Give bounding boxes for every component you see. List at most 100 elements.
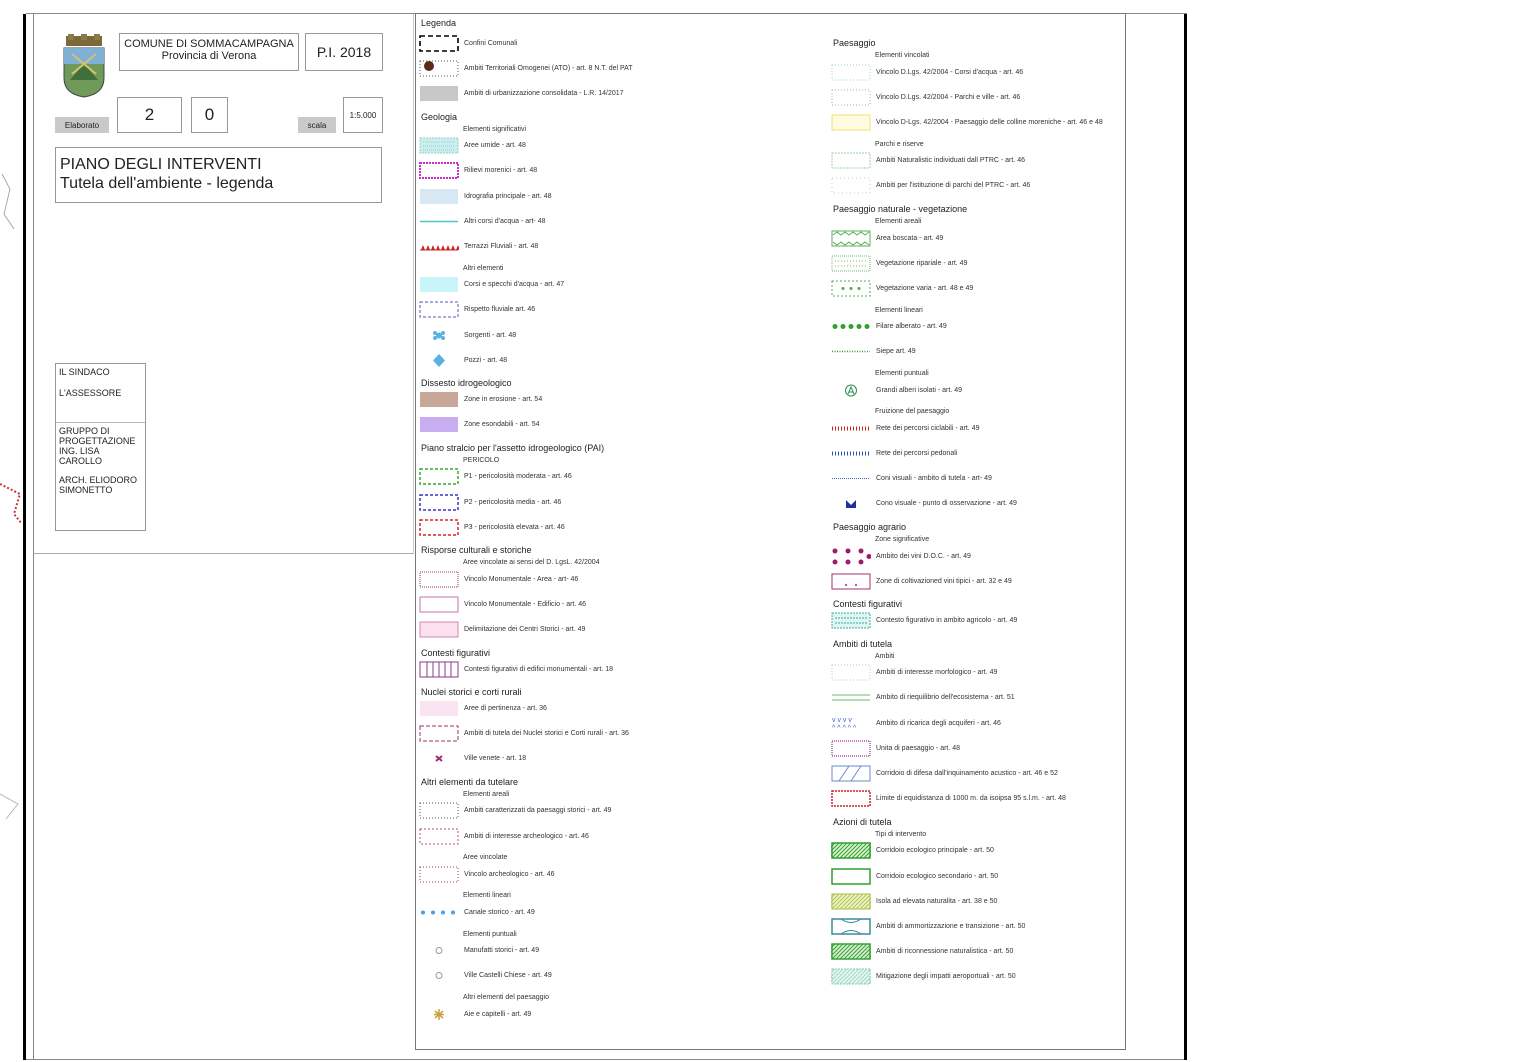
svg-text:v v v v: v v v v — [832, 717, 852, 724]
legend-item-label: Ambiti di tutela dei Nuclei storici e Co… — [464, 729, 629, 737]
legend-item: Pozzi - art. 48 — [419, 351, 507, 369]
doc-symbol — [831, 548, 872, 565]
legend-item: Rete dei percorsi ciclabili - art. 49 — [831, 419, 980, 437]
legend-item: Vegetazione ripariale - art. 49 — [831, 254, 967, 272]
dash-magenta-symbol — [419, 725, 459, 742]
legend-section-heading: Geologia — [421, 111, 458, 122]
legend-item: Siepe art. 49 — [831, 343, 916, 361]
lightblue-symbol — [419, 188, 459, 205]
signature-sindaco: IL SINDACO — [59, 367, 110, 377]
legend-subheading: Fruizione del paesaggio — [875, 408, 950, 416]
legend-subheading: Tipi di intervento — [875, 830, 927, 838]
ato-symbol — [419, 60, 459, 77]
legend-section-heading: Paesaggio — [833, 38, 876, 48]
legend-item: Corridoio ecologico principale - art. 50 — [815, 842, 994, 860]
legend-item-label: Ambito di riequilibrio dell'ecosistema -… — [876, 694, 1015, 702]
legend-item: Vincolo Monumentale - Edificio - art. 46 — [419, 596, 586, 614]
legend-item-label: Ambiti Territoriali Omogenei (ATO) - art… — [464, 64, 633, 72]
legend-item-label: Vincolo D-Lgs. 42/2004 - Paesaggio delle… — [876, 118, 1103, 126]
erosion-symbol — [419, 391, 459, 408]
legend-subheading: Ambiti — [875, 652, 895, 660]
legend-item: Idrografia principale - art. 48 — [419, 187, 552, 205]
legend-item: Ambiti Territoriali Omogenei (ATO) - art… — [419, 59, 633, 77]
corr-main-symbol — [815, 842, 884, 860]
legend-item-label: Ambiti di riconnessione naturalistica - … — [876, 948, 1014, 956]
svg-text:^ ^ ^ ^ ^: ^ ^ ^ ^ ^ — [832, 725, 857, 732]
legend-item: Altri corsi d'acqua - art- 48 — [419, 212, 545, 230]
legend-item: Ambiti per l'istituzione di parchi del P… — [831, 177, 1030, 195]
legend-item: Ambiti di interesse morfologico - art. 4… — [831, 664, 997, 682]
legend-item: Rilievi morenici - art. 48 — [419, 162, 537, 180]
legend-item-label: Delimitazione dei Centri Storici - art. … — [464, 626, 586, 634]
legend-item-label: Sorgenti - art. 48 — [464, 331, 517, 339]
legend-item: Terrazzi Fluviali - art. 48 — [419, 237, 538, 255]
legend-section-heading: Nuclei storici e corti rurali — [421, 687, 522, 698]
legend-item: Rete dei percorsi pedonali — [831, 444, 957, 462]
dash-black-symbol — [419, 34, 459, 52]
legend-column-right: Paesaggio Elementi vincolati Vincolo D.Lgs… — [815, 14, 1126, 1049]
legend-subheading: Elementi lineari — [875, 306, 923, 314]
cyan-symbol — [419, 276, 459, 293]
legend-item: Corsi e specchi d'acqua - art. 47 — [419, 276, 564, 294]
buffer-symbol — [831, 918, 871, 935]
archeo2-symbol — [419, 866, 459, 883]
legend-section-heading: Contesti figurativi — [833, 599, 903, 610]
legend-item: P1 - pericolosità moderata - art. 46 — [419, 468, 572, 486]
capitello-symbol — [419, 1006, 459, 1023]
legend-item-label: Idrografia principale - art. 48 — [464, 192, 552, 200]
tree-symbol — [831, 382, 871, 399]
signature-gruppo: GRUPPO DI PROGETTAZIONE ING. LISA CAROLL… — [59, 426, 136, 466]
legend-item: Limite di equidistanza di 1000 m. da iso… — [831, 790, 1066, 808]
legend-item: Mitigazione degli impatti aeroportuali -… — [815, 968, 1016, 986]
legend-item: Vincolo Monumentale - Area - art- 46 — [419, 570, 578, 588]
dash-blue-symbol — [419, 301, 459, 318]
riparian-symbol — [831, 255, 871, 272]
legend-item-label: Corsi e specchi d'acqua - art. 47 — [464, 281, 565, 289]
legend-section-heading: Dissesto idrogeologico — [421, 378, 512, 389]
legend-item-label: Corridoio ecologico principale - art. 50 — [876, 847, 994, 855]
legend-item-label: Ambiti per l'istituzione di parchi del P… — [876, 182, 1031, 190]
legend-item: Isola ad elevata naturalita - art. 38 e … — [815, 892, 997, 910]
legend-item-label: Zone in erosione - art. 54 — [464, 395, 543, 403]
well-symbol — [419, 352, 459, 369]
legend-item: Canale storico - art. 49 — [419, 903, 535, 921]
legend-section-heading: Paesaggio naturale - vegetazione — [833, 204, 968, 214]
legend-subheading: Elementi significativi — [463, 125, 527, 133]
v-green3-symbol — [831, 152, 871, 169]
legend-item: Rispetto fluviale art. 46 — [419, 301, 535, 319]
walk-symbol — [831, 445, 871, 462]
legend-item-label: Canale storico - art. 49 — [464, 908, 535, 916]
veg-varia-symbol — [831, 280, 871, 297]
coat-of-arms-logo — [63, 34, 105, 98]
legend-item-label: Ambiti di ammortizzazione e transizione … — [876, 922, 1026, 930]
elaborato-number-1: 2 — [117, 97, 182, 133]
legend-item: Vegetazione varia - art. 48 e 49 — [831, 279, 973, 297]
legend-item-label: Vegetazione varia - art. 48 e 49 — [876, 284, 974, 292]
legend-item: Aree umide - art. 48 — [419, 137, 526, 155]
solid-magenta-symbol — [419, 596, 459, 613]
legend-section-heading: Piano stralcio per l'assetto idrogeologi… — [421, 442, 605, 453]
legend-item-label: Vincolo archeologico - art. 46 — [464, 870, 555, 878]
pink-fill-symbol — [419, 621, 459, 638]
v-yellow-symbol — [831, 114, 871, 131]
scale-value-box: 1:5.000 — [343, 97, 383, 133]
legend-item-label: Vincolo Monumentale - Edificio - art. 46 — [464, 601, 587, 609]
legend-item: Area boscata - art. 49 — [831, 229, 943, 247]
legend-section-heading: Paesaggio agrario — [833, 522, 907, 532]
reconn-symbol — [815, 943, 884, 960]
siepe-symbol — [831, 343, 871, 360]
signature-arch: ARCH. ELIODORO SIMONETTO — [59, 475, 138, 495]
legend-item: v v v v ^ ^ ^ ^ ^ Ambito di ricarica degli… — [831, 714, 1001, 732]
signature-assessore: L'ASSESSORE — [59, 388, 122, 398]
legend-section-heading: Azioni di tutela — [833, 816, 892, 827]
airport-symbol — [815, 968, 884, 985]
legend-item: Ville Castelli Chiese - art. 49 — [419, 967, 552, 985]
legend-item-label: Ambito dei vini D.O.C. - art. 49 — [876, 552, 971, 560]
flood-symbol — [419, 416, 459, 433]
isola-symbol — [815, 893, 884, 910]
legend-item: Corridoio di difesa dall'inquinamento ac… — [831, 764, 1058, 782]
wine-zone-symbol — [831, 573, 871, 590]
legend-subheading: Aree vincolate ai sensi del D. LgsL. 42/… — [463, 559, 600, 567]
villa-symbol — [419, 750, 459, 767]
legend-item: Cono visuale - punto di osservazione - a… — [831, 495, 1017, 513]
